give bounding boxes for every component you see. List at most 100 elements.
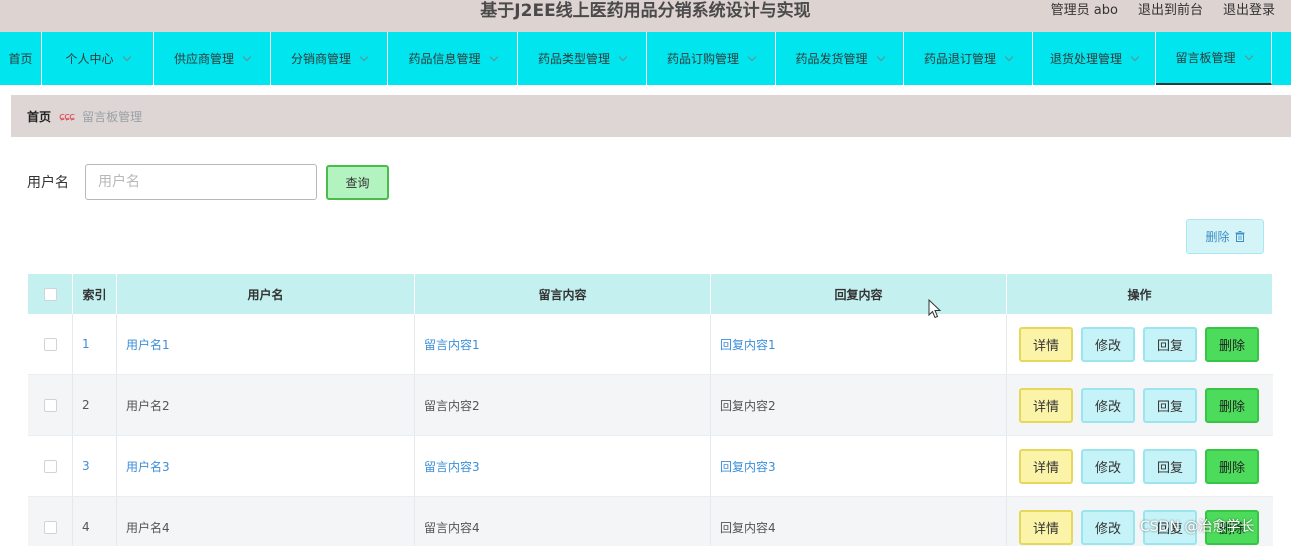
reply-button[interactable]: 回复 [1143, 448, 1197, 484]
chevron-down-icon [489, 52, 498, 61]
nav-item-supplier[interactable]: 供应商管理 [154, 32, 271, 85]
chevron-down-icon [359, 52, 369, 61]
edit-button[interactable]: 修改 [1081, 387, 1135, 423]
nav-item-drug-info[interactable]: 药品信息管理 [388, 32, 518, 85]
row-checkbox[interactable] [43, 520, 57, 534]
cell-ops: 详情 修改 回复 删除 [1007, 436, 1273, 496]
table-row: 4 用户名4 留言内容4 回复内容4 详情 修改 回复 删除 [28, 497, 1273, 546]
chevron-down-icon [242, 52, 252, 61]
nav-item-return[interactable]: 退货处理管理 [1033, 32, 1156, 85]
chevron-down-icon [122, 52, 131, 61]
header-index: 索引 [73, 274, 117, 314]
cell-reply: 回复内容2 [711, 375, 1007, 435]
cell-index: 2 [73, 375, 117, 435]
edit-button[interactable]: 修改 [1081, 448, 1135, 484]
detail-button[interactable]: 详情 [1019, 326, 1073, 362]
row-checkbox[interactable] [43, 398, 57, 412]
nav-item-label: 退货处理管理 [1049, 52, 1122, 66]
row-checkbox[interactable] [43, 459, 57, 473]
delete-button[interactable]: 删除 [1205, 326, 1259, 362]
row-checkbox[interactable] [43, 337, 57, 351]
cell-message: 留言内容1 [415, 314, 711, 374]
header-ops: 操作 [1007, 274, 1273, 314]
nav-item-label: 首页 [8, 52, 33, 66]
nav-item-label: 药品类型管理 [537, 52, 610, 66]
detail-button[interactable]: 详情 [1019, 509, 1073, 545]
main-nav: 首页 个人中心 供应商管理 分销商管理 药品信息管理 药品类型管理 药品订购管理… [0, 32, 1291, 85]
nav-item-label: 留言板管理 [1175, 51, 1236, 65]
search-label: 用户名 [27, 175, 69, 191]
table-row: 1 用户名1 留言内容1 回复内容1 详情 修改 回复 删除 [28, 314, 1273, 375]
nav-item-label: 药品信息管理 [408, 52, 481, 66]
row-check-cell [28, 497, 73, 546]
mouse-cursor-icon [928, 298, 942, 323]
cell-username: 用户名2 [117, 375, 415, 435]
message-table: 索引 用户名 留言内容 回复内容 操作 1 用户名1 留言内容1 回复内容1 详… [28, 274, 1273, 546]
search-row: 用户名 查询 [27, 164, 389, 200]
nav-item-drug-order[interactable]: 药品订购管理 [647, 32, 776, 85]
delete-button[interactable]: 删除 [1205, 387, 1259, 423]
nav-item-label: 个人中心 [65, 52, 114, 66]
row-check-cell [28, 436, 73, 496]
nav-item-distributor[interactable]: 分销商管理 [271, 32, 388, 85]
cell-username: 用户名1 [117, 314, 415, 374]
nav-item-message-board[interactable]: 留言板管理 [1156, 32, 1272, 85]
cell-index: 1 [73, 314, 117, 374]
nav-item-personal-center[interactable]: 个人中心 [42, 32, 154, 85]
to-front-link[interactable]: 退出到前台 [1138, 0, 1203, 22]
chevron-down-icon [618, 52, 628, 61]
nav-item-label: 药品退订管理 [923, 52, 996, 66]
cell-message: 留言内容2 [415, 375, 711, 435]
nav-item-drug-shipping[interactable]: 药品发货管理 [776, 32, 904, 85]
delete-button[interactable]: 删除 [1205, 448, 1259, 484]
trash-icon [1235, 231, 1245, 242]
table-row: 3 用户名3 留言内容3 回复内容3 详情 修改 回复 删除 [28, 436, 1273, 497]
query-button[interactable]: 查询 [326, 164, 389, 200]
chevron-down-icon [1004, 52, 1014, 61]
cell-message: 留言内容4 [415, 497, 711, 546]
edit-button[interactable]: 修改 [1081, 326, 1135, 362]
nav-item-drug-type[interactable]: 药品类型管理 [518, 32, 647, 85]
chevron-down-icon [1130, 52, 1140, 61]
chevron-down-icon [876, 52, 885, 61]
edit-button[interactable]: 修改 [1081, 509, 1135, 545]
reply-button[interactable]: 回复 [1143, 387, 1197, 423]
breadcrumb-home[interactable]: 首页 [27, 108, 51, 125]
cell-message: 留言内容3 [415, 436, 711, 496]
nav-item-label: 分销商管理 [290, 52, 351, 66]
nav-item-label: 药品订购管理 [666, 52, 739, 66]
batch-delete-button[interactable]: 删除 [1186, 219, 1264, 254]
cell-username: 用户名4 [117, 497, 415, 546]
select-all-checkbox[interactable] [43, 287, 57, 301]
cell-reply: 回复内容1 [711, 314, 1007, 374]
logout-link[interactable]: 退出登录 [1223, 0, 1275, 22]
search-input[interactable] [85, 164, 317, 200]
admin-label: 管理员 abo [1050, 3, 1118, 18]
nav-item-home[interactable]: 首页 [0, 32, 42, 85]
reply-button[interactable]: 回复 [1143, 326, 1197, 362]
header-select-all [28, 274, 73, 314]
header-reply: 回复内容 [711, 274, 1007, 314]
breadcrumb-current: 留言板管理 [82, 109, 143, 124]
table-header: 索引 用户名 留言内容 回复内容 操作 [28, 274, 1273, 314]
cell-username: 用户名3 [117, 436, 415, 496]
batch-delete-label: 删除 [1205, 230, 1230, 244]
nav-item-drug-cancel[interactable]: 药品退订管理 [904, 32, 1033, 85]
top-header: 基于J2EE线上医药用品分销系统设计与实现 管理员 abo 退出到前台 退出登录 [0, 0, 1291, 32]
nav-item-label: 药品发货管理 [795, 52, 868, 66]
cell-ops: 详情 修改 回复 删除 [1007, 314, 1273, 374]
cell-reply: 回复内容4 [711, 497, 1007, 546]
watermark: CSDN @治愈学长 [1140, 519, 1255, 535]
cell-reply: 回复内容3 [711, 436, 1007, 496]
breadcrumb-separator: ɕɕɕ [59, 109, 75, 123]
row-check-cell [28, 314, 73, 374]
row-check-cell [28, 375, 73, 435]
header-message: 留言内容 [415, 274, 711, 314]
detail-button[interactable]: 详情 [1019, 448, 1073, 484]
nav-item-label: 供应商管理 [173, 52, 234, 66]
header-username: 用户名 [117, 274, 415, 314]
chevron-down-icon [747, 52, 757, 61]
detail-button[interactable]: 详情 [1019, 387, 1073, 423]
chevron-down-icon [1244, 51, 1253, 60]
cell-ops: 详情 修改 回复 删除 [1007, 375, 1273, 435]
